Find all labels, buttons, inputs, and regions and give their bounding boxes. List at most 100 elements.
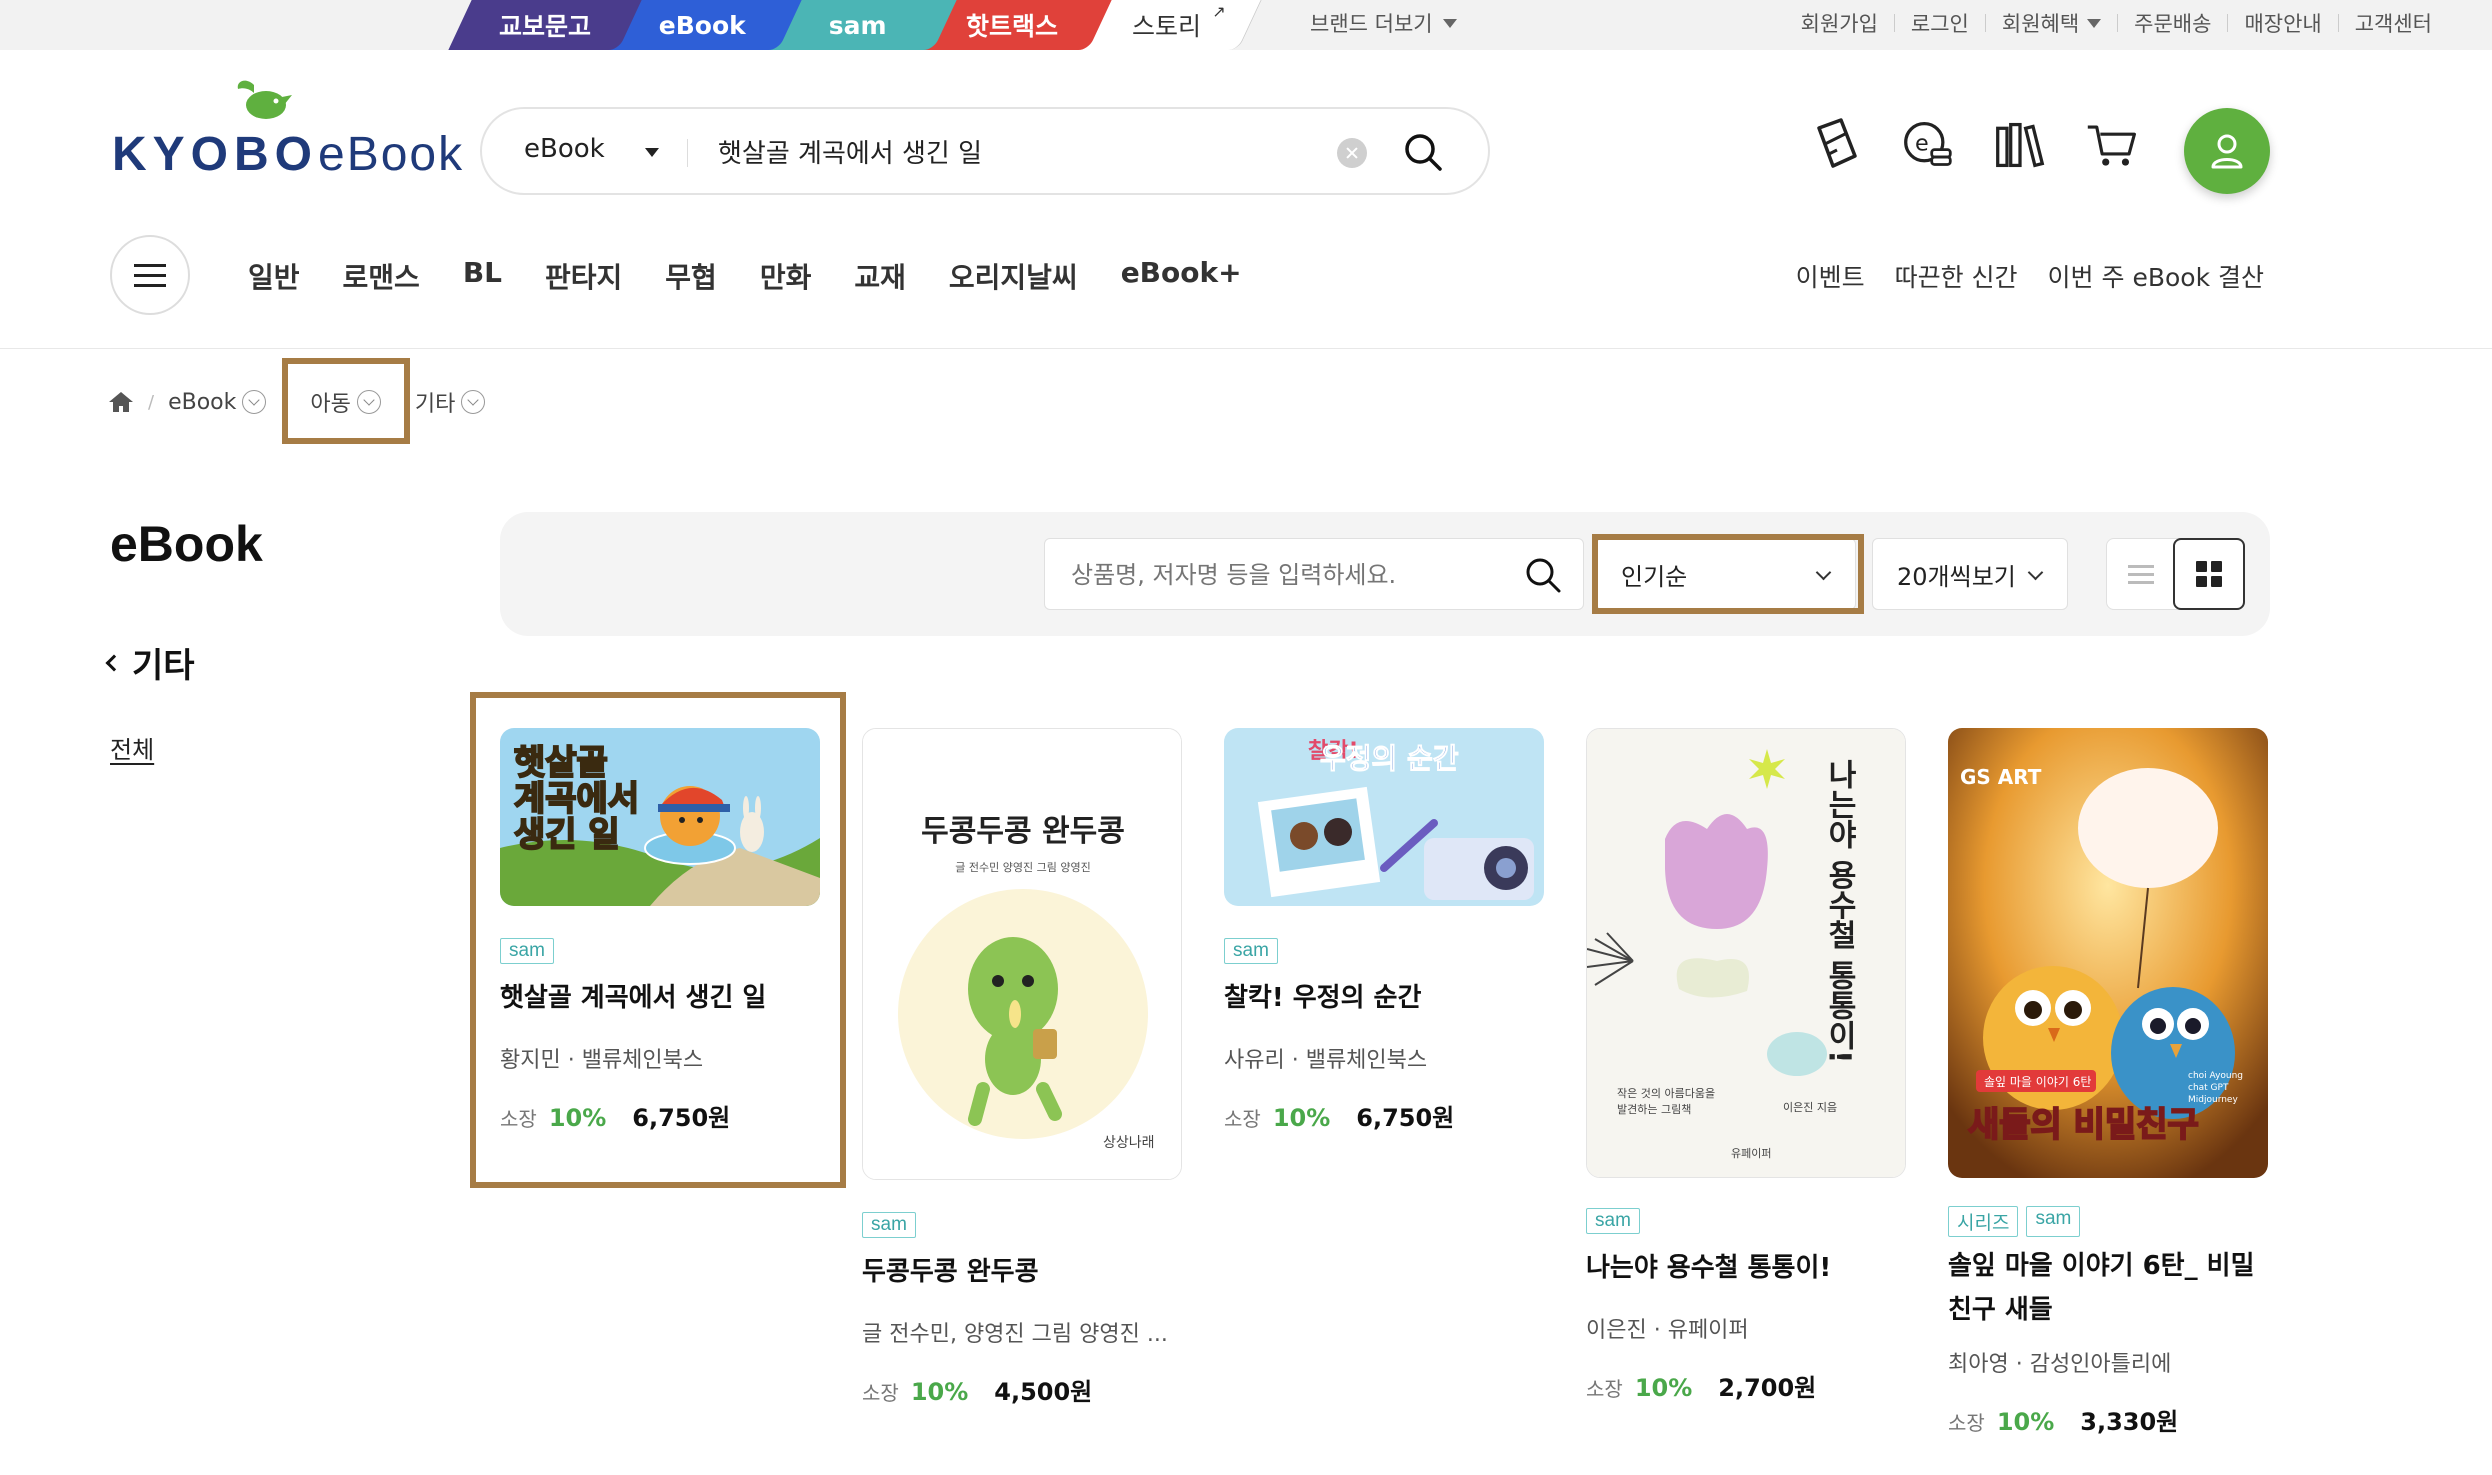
list-view-button[interactable] — [2107, 539, 2175, 609]
kyobo-ebook-logo[interactable]: KYOBOeBook — [112, 75, 462, 185]
discount-rate: 10% — [910, 1378, 969, 1406]
hamburger-menu-button[interactable] — [110, 235, 190, 315]
weekly-summary-link[interactable]: 이번 주 eBook 결산 — [2048, 258, 2264, 294]
grid-view-button[interactable] — [2173, 538, 2245, 610]
sidebar-all-link[interactable]: 전체 — [110, 730, 154, 765]
book-cover[interactable]: 두콩두콩 완두콩 글 전수민 양영진 그림 양영진 상상나래 — [862, 728, 1182, 1180]
highlight-box — [1592, 534, 1864, 614]
util-stores-link[interactable]: 매장안내 — [2244, 8, 2321, 38]
sidebar-back-link[interactable]: 기타 — [105, 638, 195, 687]
breadcrumb-ebook[interactable]: eBook — [168, 390, 267, 415]
chevron-left-icon — [105, 654, 123, 671]
price-label: 소장 — [1224, 1107, 1261, 1131]
category-martial-arts[interactable]: 무협 — [665, 256, 717, 296]
page-title: eBook — [110, 516, 263, 572]
chevron-down-icon — [242, 390, 267, 414]
product-title[interactable]: 솔잎 마을 이야기 6탄_ 비밀 친구 새들 — [1948, 1244, 2278, 1332]
logo-ebook-text: eBook — [318, 128, 465, 181]
home-icon[interactable] — [108, 390, 134, 414]
product-badges: 시리즈 sam — [1948, 1206, 2081, 1237]
highlight-box — [470, 692, 846, 1188]
search-input[interactable] — [718, 131, 1278, 171]
product-author[interactable]: 사유리 · 밸류체인북스 — [1224, 1042, 1427, 1074]
logo-wordmark: KYOBOeBook — [112, 127, 464, 182]
util-login-link[interactable]: 로그인 — [1911, 8, 1969, 38]
breadcrumb-other[interactable]: 기타 — [415, 386, 486, 418]
util-support-link[interactable]: 고객센터 — [2355, 8, 2432, 38]
category-comics[interactable]: 만화 — [760, 256, 812, 296]
caret-down-icon — [645, 148, 659, 157]
cover-brand: GS ART — [1960, 765, 2042, 789]
category-original[interactable]: 오리지날씨 — [949, 256, 1078, 296]
product-author[interactable]: 최아영 · 감성인아틀리에 — [1948, 1346, 2171, 1378]
event-link[interactable]: 이벤트 — [1796, 258, 1865, 294]
header-icons: e — [1810, 115, 2138, 175]
external-link-icon: ↗ — [1211, 2, 1226, 21]
cover-title: 두콩두콩 완두콩 — [921, 814, 1125, 849]
sidebar-back-label: 기타 — [132, 646, 195, 686]
book-cover-art: 찰칵! 우정의 순간 — [1224, 728, 1544, 906]
badge: sam — [2026, 1206, 2081, 1237]
brand-tab-label: eBook — [659, 10, 746, 40]
cart-icon[interactable] — [2086, 115, 2138, 175]
book-cover-art: 나는야 용수철 통통이! 작은 것의 아름다움을 발견하는 그림책 이은진 지음… — [1587, 729, 1905, 1177]
brand-more-dropdown[interactable]: 브랜드 더보기 — [1310, 8, 1457, 38]
price-amount: 6,750원 — [1356, 1104, 1455, 1132]
caret-down-icon — [1442, 18, 1457, 28]
category-textbook[interactable]: 교재 — [854, 256, 906, 296]
util-orders-link[interactable]: 주문배송 — [2134, 8, 2211, 38]
category-fantasy[interactable]: 판타지 — [545, 256, 622, 296]
search-category-select[interactable]: eBook — [524, 134, 605, 164]
product-badges: sam — [1224, 938, 1278, 964]
divider — [2337, 14, 2339, 32]
cover-title: 우정의 순간 — [1320, 742, 1459, 775]
user-profile-button[interactable] — [2184, 108, 2270, 194]
price-label: 소장 — [862, 1381, 899, 1405]
category-ebook-plus[interactable]: eBook+ — [1121, 256, 1242, 296]
search-icon[interactable] — [1402, 131, 1446, 175]
brand-tab-kyobo[interactable]: 교보문고 — [448, 0, 642, 50]
filter-search-input[interactable] — [1071, 557, 1491, 593]
book-cover[interactable]: GS ART 솔잎 마을 이야기 6탄 새들의 비밀친구 choi Ayoung… — [1948, 728, 2268, 1178]
util-signup-link[interactable]: 회원가입 — [1801, 8, 1878, 38]
cover-publisher: 상상나래 — [1103, 1135, 1155, 1151]
ticket-icon[interactable] — [1810, 115, 1862, 175]
divider — [1984, 14, 1986, 32]
main-search-bar: eBook — [480, 107, 1490, 195]
page-size-select[interactable]: 20개씩보기 — [1872, 538, 2068, 610]
cover-title-vertical: 나는야 용수철 통통이! — [1822, 759, 1857, 1064]
category-bl[interactable]: BL — [463, 256, 502, 296]
menu-line — [134, 283, 166, 287]
product-price: 소장 10% 3,330원 — [1948, 1402, 2178, 1437]
product-author[interactable]: 이은진 · 유페이퍼 — [1586, 1312, 1749, 1344]
ecash-icon[interactable]: e — [1902, 115, 1954, 175]
divider — [1893, 14, 1895, 32]
divider — [687, 139, 688, 167]
badge: sam — [862, 1212, 916, 1238]
book-cover[interactable]: 찰칵! 우정의 순간 — [1224, 728, 1544, 906]
brand-tab-label: 스토리 — [1132, 12, 1202, 41]
product-author[interactable]: 글 전수민, 양영진 그림 양영진 ... — [862, 1316, 1168, 1348]
grid-cell — [2211, 561, 2222, 572]
cover-credit: choi Ayoung — [2188, 1071, 2243, 1081]
search-icon[interactable] — [1523, 555, 1563, 595]
cover-series: 솔잎 마을 이야기 6탄 — [1984, 1075, 2091, 1089]
category-romance[interactable]: 로맨스 — [343, 256, 420, 296]
book-cover[interactable]: 나는야 용수철 통통이! 작은 것의 아름다움을 발견하는 그림책 이은진 지음… — [1586, 728, 1906, 1178]
utility-links: 회원가입 로그인 회원혜택 주문배송 매장안내 고객센터 — [1801, 8, 2432, 38]
library-icon[interactable] — [1994, 115, 2046, 175]
badge: sam — [1586, 1208, 1640, 1234]
product-title[interactable]: 두콩두콩 완두콩 — [862, 1250, 1192, 1294]
breadcrumb-separator: / — [148, 391, 155, 413]
category-general[interactable]: 일반 — [248, 256, 300, 296]
clear-icon[interactable] — [1337, 138, 1367, 168]
product-title[interactable]: 찰칵! 우정의 순간 — [1224, 976, 1554, 1020]
menu-line — [134, 273, 166, 277]
new-releases-link[interactable]: 따끈한 신간 — [1895, 258, 2018, 294]
filter-bar: 인기순 20개씩보기 — [500, 512, 2270, 636]
util-benefits-dropdown[interactable]: 회원혜택 — [2002, 8, 2102, 38]
filter-search-box — [1044, 538, 1584, 610]
product-title[interactable]: 나는야 용수철 통통이! — [1586, 1246, 1916, 1290]
bird-logo-icon — [237, 80, 292, 119]
cover-title: 새들의 비밀친구 — [1968, 1105, 2199, 1145]
